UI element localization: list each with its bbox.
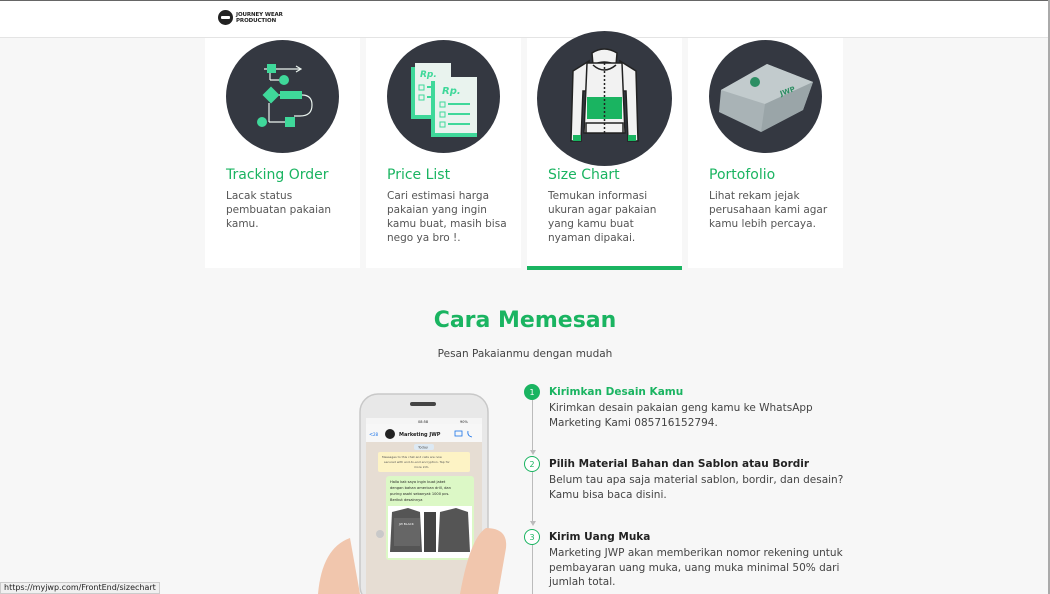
step-title: Kirimkan Desain Kamu <box>549 386 684 398</box>
svg-text:Today: Today <box>417 446 428 450</box>
step-number-badge: 2 <box>524 456 540 472</box>
svg-text:Marketing JWP: Marketing JWP <box>399 432 441 438</box>
logo-line-2: PRODUCTION <box>236 17 277 24</box>
folded-shirt-icon: JWP <box>709 40 822 153</box>
step-arrow-icon <box>529 450 536 455</box>
feature-description: Cari estimasi harga pakaian yang ingin k… <box>387 190 507 244</box>
svg-text:90%: 90% <box>460 420 468 424</box>
feature-title: Tracking Order <box>226 167 329 183</box>
svg-text:08:58: 08:58 <box>418 420 428 424</box>
price-document-icon: Rp. Rp. <box>387 40 500 153</box>
step-arrow-icon <box>529 521 536 526</box>
svg-text:28: 28 <box>373 432 379 437</box>
whatsapp-phone-illustration: 08:58 90% < 28 Marketing JWP Today Messa… <box>310 388 510 594</box>
how-to-order-subtitle: Pesan Pakaianmu dengan mudah <box>437 348 613 360</box>
feature-card-portofolio[interactable]: JWP Portofolio Lihat rekam jejak perusah… <box>688 38 843 268</box>
feature-title: Price List <box>387 167 451 183</box>
step-description: Belum tau apa saja material sablon, bord… <box>549 474 844 501</box>
svg-text:Rp.: Rp. <box>442 86 461 97</box>
step-description: Marketing JWP akan memberikan nomor reke… <box>549 547 843 588</box>
step-connector-line <box>532 472 533 524</box>
step-connector-line <box>532 400 533 452</box>
svg-text:Rp.: Rp. <box>420 70 437 80</box>
feature-card-tracking-order[interactable]: Tracking Order Lacak status pembuatan pa… <box>205 38 360 268</box>
top-navbar: JOURNEY WEAR PRODUCTION <box>0 0 1050 38</box>
svg-text:dengan bahan american drill, d: dengan bahan american drill, dan <box>390 486 451 490</box>
svg-text:JW BLACK: JW BLACK <box>398 522 415 526</box>
feature-title: Portofolio <box>709 167 776 183</box>
svg-text:puring asahi sebanyak 1000 pcs: puring asahi sebanyak 1000 pcs. <box>390 492 449 496</box>
svg-text:more info.: more info. <box>414 465 429 469</box>
feature-title: Size Chart <box>548 167 620 183</box>
jacket-icon <box>537 31 672 166</box>
svg-text:Hallo kak saya ingin buat jake: Hallo kak saya ingin buat jaket <box>390 480 446 484</box>
svg-text:secured with end-to-end encryp: secured with end-to-end encryption. Tap … <box>384 460 451 464</box>
feature-description: Temukan informasi ukuran agar pakaian ya… <box>548 190 657 244</box>
step-number-badge: 1 <box>524 384 540 400</box>
feature-card-size-chart[interactable]: Size Chart Temukan informasi ukuran agar… <box>527 31 682 270</box>
brand-logo[interactable]: JOURNEY WEAR PRODUCTION <box>218 10 283 25</box>
feature-card-price-list[interactable]: Rp. Rp. Price List Cari estimasi harga p… <box>366 38 521 268</box>
flowchart-icon <box>226 40 339 153</box>
step-number-badge: 3 <box>524 529 540 545</box>
feature-description: Lacak status pembuatan pakaian kamu. <box>226 190 332 230</box>
svg-text:Messages to this chat and call: Messages to this chat and calls are now <box>382 455 442 459</box>
feature-description: Lihat rekam jejak perusahaan kami agar k… <box>709 190 828 230</box>
svg-text:Berikut desainnya: Berikut desainnya <box>390 498 422 502</box>
link-hover-status-url: https://myjwp.com/FrontEnd/sizechart <box>0 582 160 594</box>
step-title: Kirim Uang Muka <box>549 531 651 543</box>
step-connector-line <box>532 544 533 594</box>
how-to-order-title: Cara Memesan <box>433 308 617 333</box>
step-description: Kirimkan desain pakaian geng kamu ke Wha… <box>549 402 813 429</box>
logo-line-1: JOURNEY WEAR <box>236 11 283 18</box>
logo-mark-icon <box>218 10 233 25</box>
step-title: Pilih Material Bahan dan Sablon atau Bor… <box>549 458 810 470</box>
